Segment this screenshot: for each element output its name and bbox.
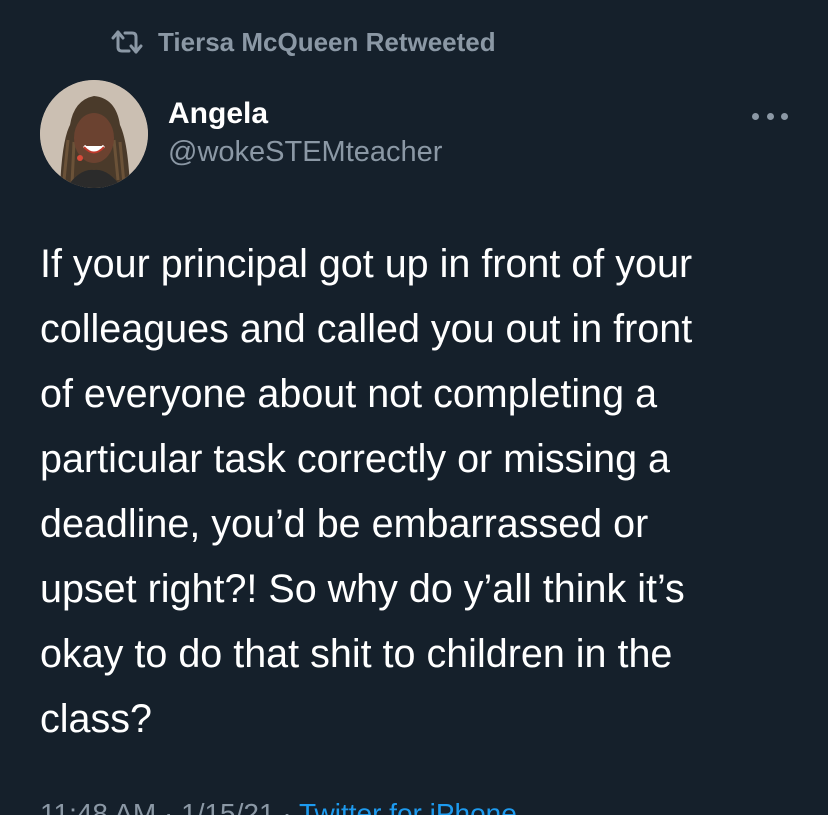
display-name[interactable]: Angela (168, 96, 442, 132)
retweet-icon (111, 30, 143, 54)
tweet-text: If your principal got up in front of you… (40, 242, 693, 741)
more-options-icon (752, 112, 759, 120)
meta-separator: · (164, 798, 174, 815)
user-handle[interactable]: @wokeSTEMteacher (168, 134, 442, 170)
avatar[interactable] (40, 80, 148, 188)
tweet-meta: 11:48 AM · 1/15/21 · Twitter for iPhone (40, 796, 517, 815)
more-options-icon-dot (766, 112, 774, 120)
tweet-date[interactable]: 1/15/21 (181, 798, 274, 815)
profile-photo (40, 80, 148, 188)
tweet-source-link[interactable]: Twitter for iPhone (299, 798, 517, 815)
retweet-context[interactable]: Tiersa McQueen Retweeted (110, 27, 496, 57)
retweet-label: Tiersa McQueen Retweeted (158, 26, 496, 57)
author-info[interactable]: Angela @wokeSTEMteacher (168, 96, 442, 170)
meta-separator-2: · (282, 798, 292, 815)
more-options-button[interactable] (752, 104, 788, 128)
tweet-time[interactable]: 11:48 AM (40, 798, 156, 815)
more-options-icon-dot (781, 112, 788, 120)
